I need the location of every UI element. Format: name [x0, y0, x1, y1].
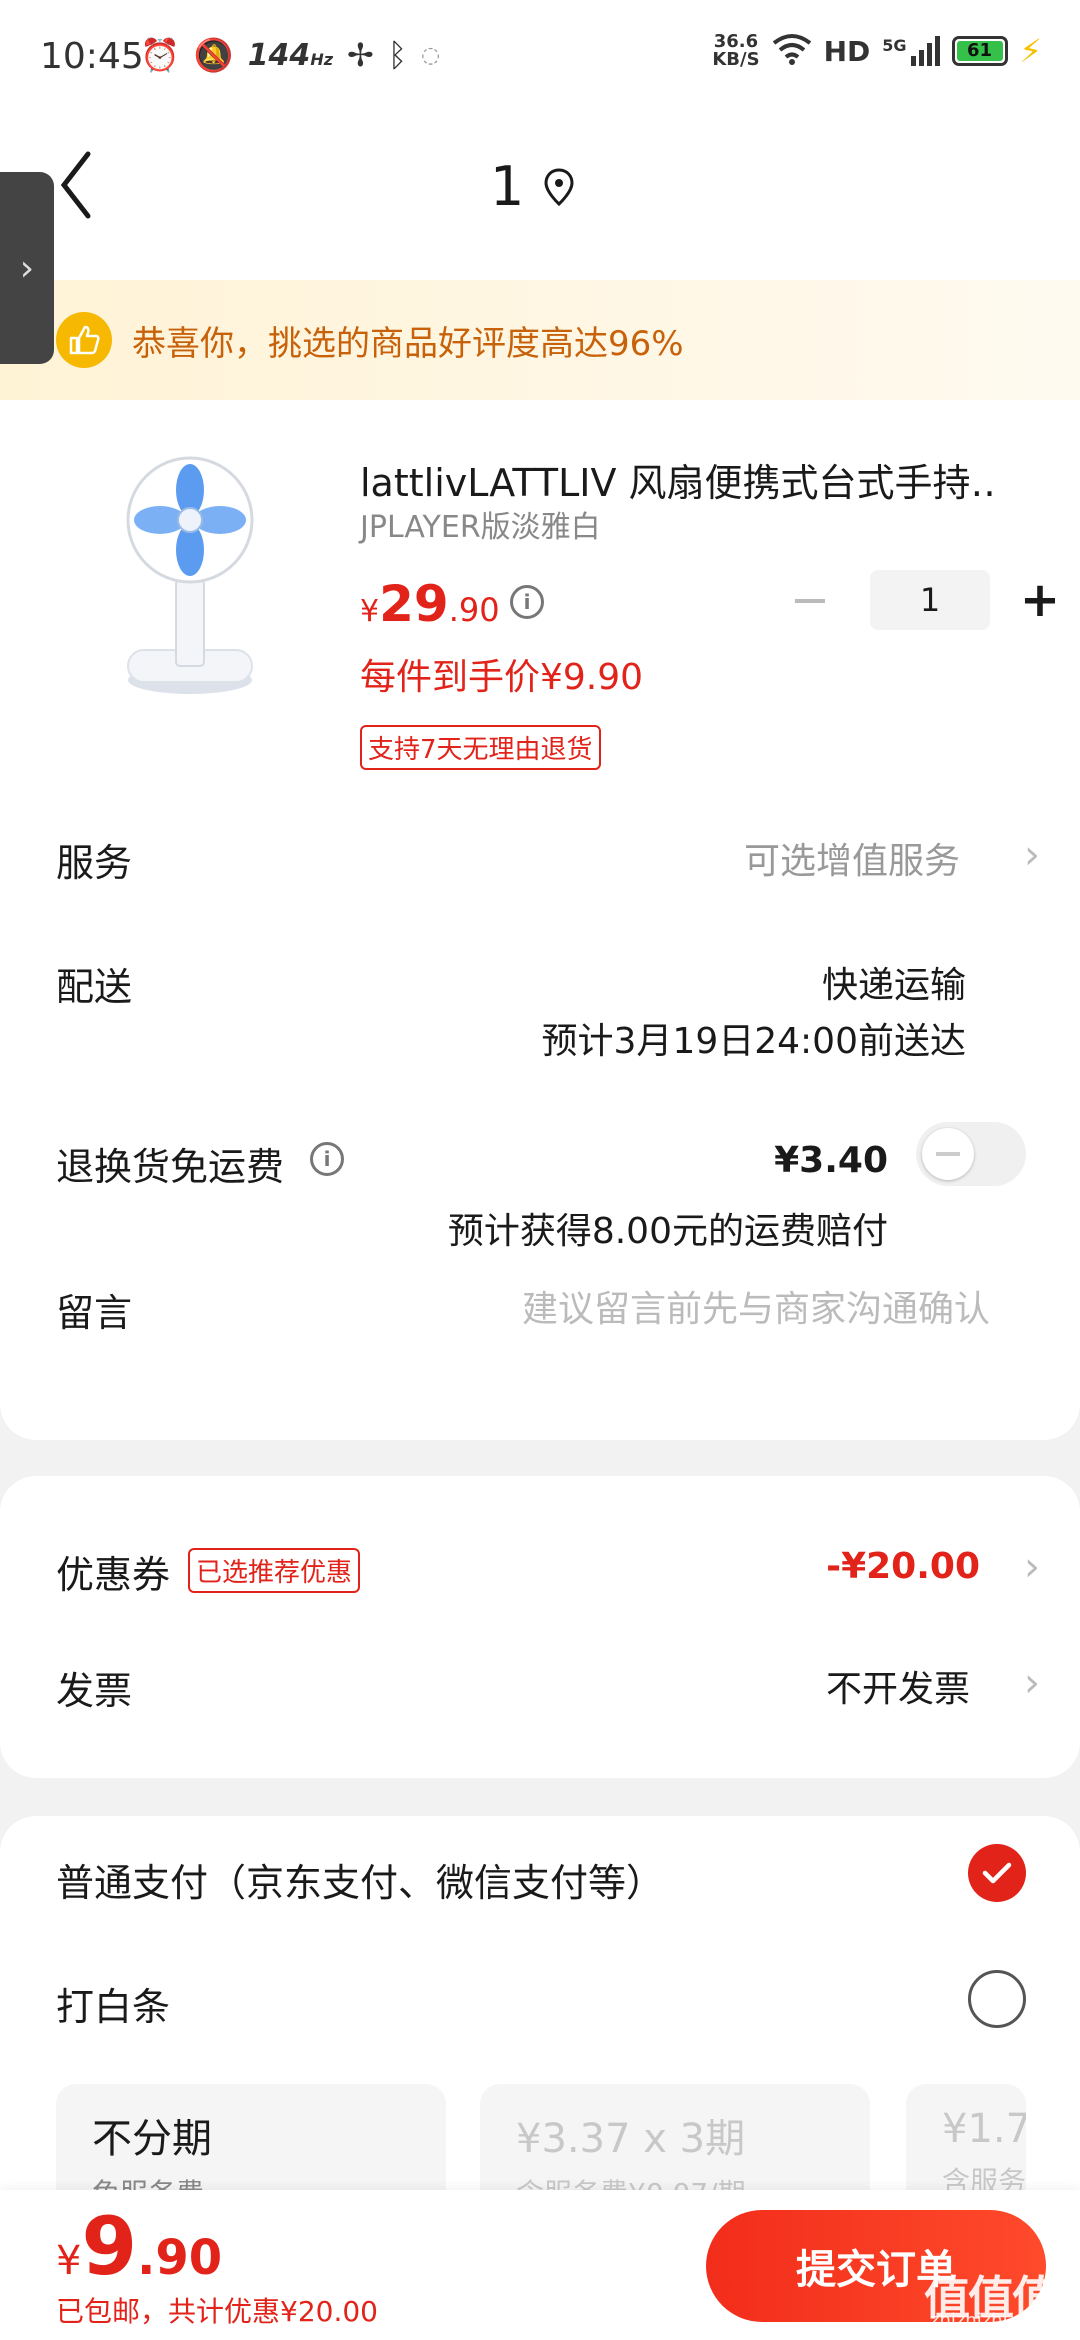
return-policy-badge: 支持7天无理由退货 [360, 725, 601, 770]
page-header: 1 [0, 110, 1080, 280]
return-fee-price: ¥3.40 [774, 1140, 888, 1181]
coupon-badge: 已选推荐优惠 [188, 1548, 361, 1593]
product-image[interactable] [100, 450, 280, 710]
charging-icon: ⚡ [1019, 32, 1042, 70]
refresh-rate: 144Hz [247, 37, 334, 73]
service-label: 服务 [56, 841, 133, 885]
payment-baitiao-label: 打白条 [56, 1985, 171, 2029]
signal-icon: 5G [882, 36, 940, 66]
alarm-icon: ⏰ [140, 36, 180, 74]
product-price: ¥29.90 [360, 575, 500, 633]
quantity-increase-button[interactable]: + [1010, 572, 1070, 628]
bluetooth-icon: ᛒ [387, 36, 408, 74]
return-fee-info-icon[interactable]: i [310, 1142, 344, 1176]
service-value: 可选增值服务 [743, 841, 960, 882]
radio-checked-icon[interactable] [968, 1844, 1026, 1902]
payment-normal-label: 普通支付（京东支付、微信支付等） [56, 1861, 665, 1905]
chevron-right-icon: › [1024, 1544, 1040, 1590]
net-price: 每件到手价¥9.90 [360, 657, 644, 698]
net-speed: 36.6 KB/S [712, 31, 760, 70]
status-icons-left: ⏰ 🔕 144Hz ✢ ᛒ ◌ [140, 36, 440, 74]
side-drawer-handle[interactable]: › [0, 172, 54, 364]
product-title[interactable]: lattlivLATTLIV 风扇便携式台式手持… [360, 452, 1000, 507]
chevron-right-icon: › [1024, 832, 1040, 878]
order-details-card: lattlivLATTLIV 风扇便携式台式手持… JPLAYER版淡雅白 ¥2… [0, 400, 1080, 1440]
invoice-value: 不开发票 [825, 1669, 970, 1710]
status-bar: 10:45 ⏰ 🔕 144Hz ✢ ᛒ ◌ 36.6 KB/S HD 5G 61… [0, 0, 1080, 110]
return-fee-toggle[interactable] [916, 1122, 1026, 1186]
nfc-icon: ◌ [421, 42, 441, 68]
battery-icon: 61 [951, 36, 1008, 66]
invoice-label: 发票 [56, 1669, 133, 1713]
address-selector[interactable]: 1 [490, 155, 574, 218]
total-price: ¥9.90 [56, 2200, 223, 2293]
status-time: 10:45 [40, 36, 144, 77]
delivery-method: 快递运输 [821, 965, 966, 1006]
chevron-right-icon: › [1024, 1660, 1040, 1706]
mute-icon: 🔕 [193, 36, 234, 74]
quantity-input[interactable]: 1 [870, 570, 990, 630]
return-fee-note: 预计获得8.00元的运费赔付 [447, 1211, 888, 1252]
return-fee-label: 退换货免运费 [56, 1145, 285, 1189]
location-pin-icon [544, 167, 574, 206]
product-spec[interactable]: JPLAYER版淡雅白 [360, 502, 601, 546]
toggle-knob [922, 1128, 974, 1180]
quantity-decrease-button[interactable]: − [780, 572, 840, 628]
price-info-icon[interactable]: i [510, 585, 544, 619]
thumbs-up-icon [56, 312, 112, 368]
chevron-right-icon: › [19, 247, 35, 289]
address-text: 1 [490, 155, 525, 218]
message-label: 留言 [56, 1291, 133, 1335]
radio-unchecked-icon[interactable] [968, 1970, 1026, 2028]
coupon-card: 优惠券 已选推荐优惠 -¥20.00 › 发票 不开发票 › [0, 1476, 1080, 1778]
message-input[interactable]: 建议留言前先与商家沟通确认 [522, 1280, 990, 1332]
back-button[interactable] [56, 150, 116, 230]
watermark-url: zhizhizhi.com [930, 2310, 1052, 2331]
rating-banner: 恭喜你，挑选的商品好评度高达96% [0, 280, 1080, 400]
delivery-eta: 预计3月19日24:00前送达 [541, 1021, 966, 1062]
quantity-stepper: − 1 + [780, 570, 1070, 630]
delivery-label: 配送 [56, 965, 133, 1009]
wifi-icon [772, 33, 812, 69]
banner-text: 恭喜你，挑选的商品好评度高达96% [132, 323, 684, 364]
checkout-bar: ¥9.90 已包邮，共计优惠¥20.00 提交订单 [0, 2190, 1080, 2340]
total-note: 已包邮，共计优惠¥20.00 [56, 2295, 378, 2328]
coupon-value: -¥20.00 [826, 1546, 980, 1587]
hd-indicator: HD [823, 34, 871, 68]
status-icons-right: 36.6 KB/S HD 5G 61 ⚡ [712, 32, 1042, 70]
coupon-label: 优惠券 [56, 1553, 171, 1597]
fan-product-image [126, 456, 254, 694]
chevron-left-icon [60, 151, 91, 219]
fan-icon: ✢ [347, 36, 374, 74]
